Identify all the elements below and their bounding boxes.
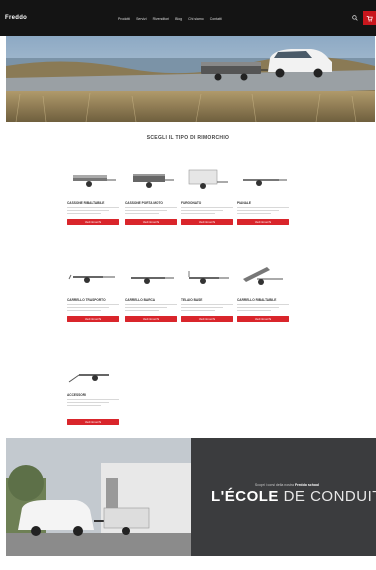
product-name: Accessori (67, 393, 86, 397)
product-description (237, 304, 289, 314)
product-name: Pianale (237, 201, 251, 205)
product-image (188, 271, 229, 284)
nav-item-contatti[interactable]: Contatti (210, 17, 222, 21)
main-nav: Prodotti Servizi Rivenditori Blog Chi si… (118, 17, 222, 21)
product-card: Cassone porta moto Vedi rimorchi (125, 168, 177, 225)
product-image (68, 374, 109, 383)
product-description (125, 304, 177, 314)
product-image (243, 267, 283, 285)
product-description (125, 207, 177, 217)
product-card: Pianale Vedi rimorchi (237, 168, 289, 225)
view-trailers-button[interactable]: Vedi rimorchi (237, 316, 289, 322)
product-image (133, 174, 174, 188)
top-navigation-bar: Freddo Prodotti Servizi Rivenditori Blog… (0, 0, 376, 36)
promo-image (6, 438, 191, 556)
view-trailers-button[interactable]: Vedi rimorchi (181, 316, 233, 322)
product-card: Carrello trasporto Vedi rimorchi (67, 265, 119, 322)
product-description (181, 304, 233, 314)
view-trailers-button[interactable]: Vedi rimorchi (125, 316, 177, 322)
product-card: Furgonato Vedi rimorchi (181, 168, 233, 225)
view-trailers-button[interactable]: Vedi rimorchi (181, 219, 233, 225)
hero-banner (6, 36, 375, 122)
product-card: Carrello barca Vedi rimorchi (125, 265, 177, 322)
nav-item-servizi[interactable]: Servizi (136, 17, 147, 21)
promo-photo (6, 438, 191, 556)
driving-school-banner[interactable]: Scopri i corsi della nostra Freddo schoo… (6, 438, 376, 556)
promo-title: L'ÉCOLE DE CONDUITE (211, 488, 376, 505)
product-name: Furgonato (181, 201, 202, 205)
product-description (67, 304, 119, 314)
nav-item-chi-siamo[interactable]: Chi siamo (188, 17, 204, 21)
view-trailers-button[interactable]: Vedi rimorchi (237, 219, 289, 225)
view-trailers-button[interactable]: Vedi rimorchi (67, 316, 119, 322)
product-name: Cassone porta moto (125, 201, 163, 205)
view-trailers-button[interactable]: Vedi rimorchi (67, 219, 119, 225)
cart-button[interactable] (363, 11, 376, 25)
nav-item-prodotti[interactable]: Prodotti (118, 17, 130, 21)
product-image (243, 179, 287, 186)
view-trailers-button[interactable]: Vedi rimorchi (125, 219, 177, 225)
product-image (131, 277, 174, 284)
product-description (237, 207, 289, 217)
nav-item-blog[interactable]: Blog (175, 17, 182, 21)
product-description (67, 207, 119, 217)
cart-icon (366, 15, 373, 22)
search-icon[interactable] (352, 15, 358, 21)
product-image (68, 274, 115, 283)
view-trailers-button[interactable]: Vedi rimorchi (67, 419, 119, 425)
product-name: Carrello barca (125, 298, 156, 302)
product-name: Telaio base (181, 298, 203, 302)
footer-strip (0, 556, 376, 570)
product-image (73, 175, 116, 187)
product-card: Telaio base Vedi rimorchi (181, 265, 233, 322)
product-description (67, 399, 119, 417)
product-name: Cassone ribaltabile (67, 201, 105, 205)
product-name: Carrello ribaltabile (237, 298, 277, 302)
product-name: Carrello trasporto (67, 298, 106, 302)
hero-image (6, 36, 375, 122)
nav-item-rivenditori[interactable]: Rivenditori (153, 17, 170, 21)
product-image (188, 169, 228, 189)
promo-subtitle: Scopri i corsi della nostra Freddo schoo… (254, 483, 320, 487)
catalog-title: SCEGLI IL TIPO DI RIMORCHIO (146, 135, 230, 141)
brand-logo[interactable]: Freddo (5, 14, 37, 22)
promo-text-panel: Scopri i corsi della nostra Freddo schoo… (191, 438, 376, 556)
product-card: Carrello ribaltabile Vedi rimorchi (237, 265, 289, 322)
product-card: Cassone ribaltabile Vedi rimorchi (67, 168, 119, 225)
product-card: Accessori Vedi rimorchi (67, 360, 119, 425)
product-description (181, 207, 233, 217)
